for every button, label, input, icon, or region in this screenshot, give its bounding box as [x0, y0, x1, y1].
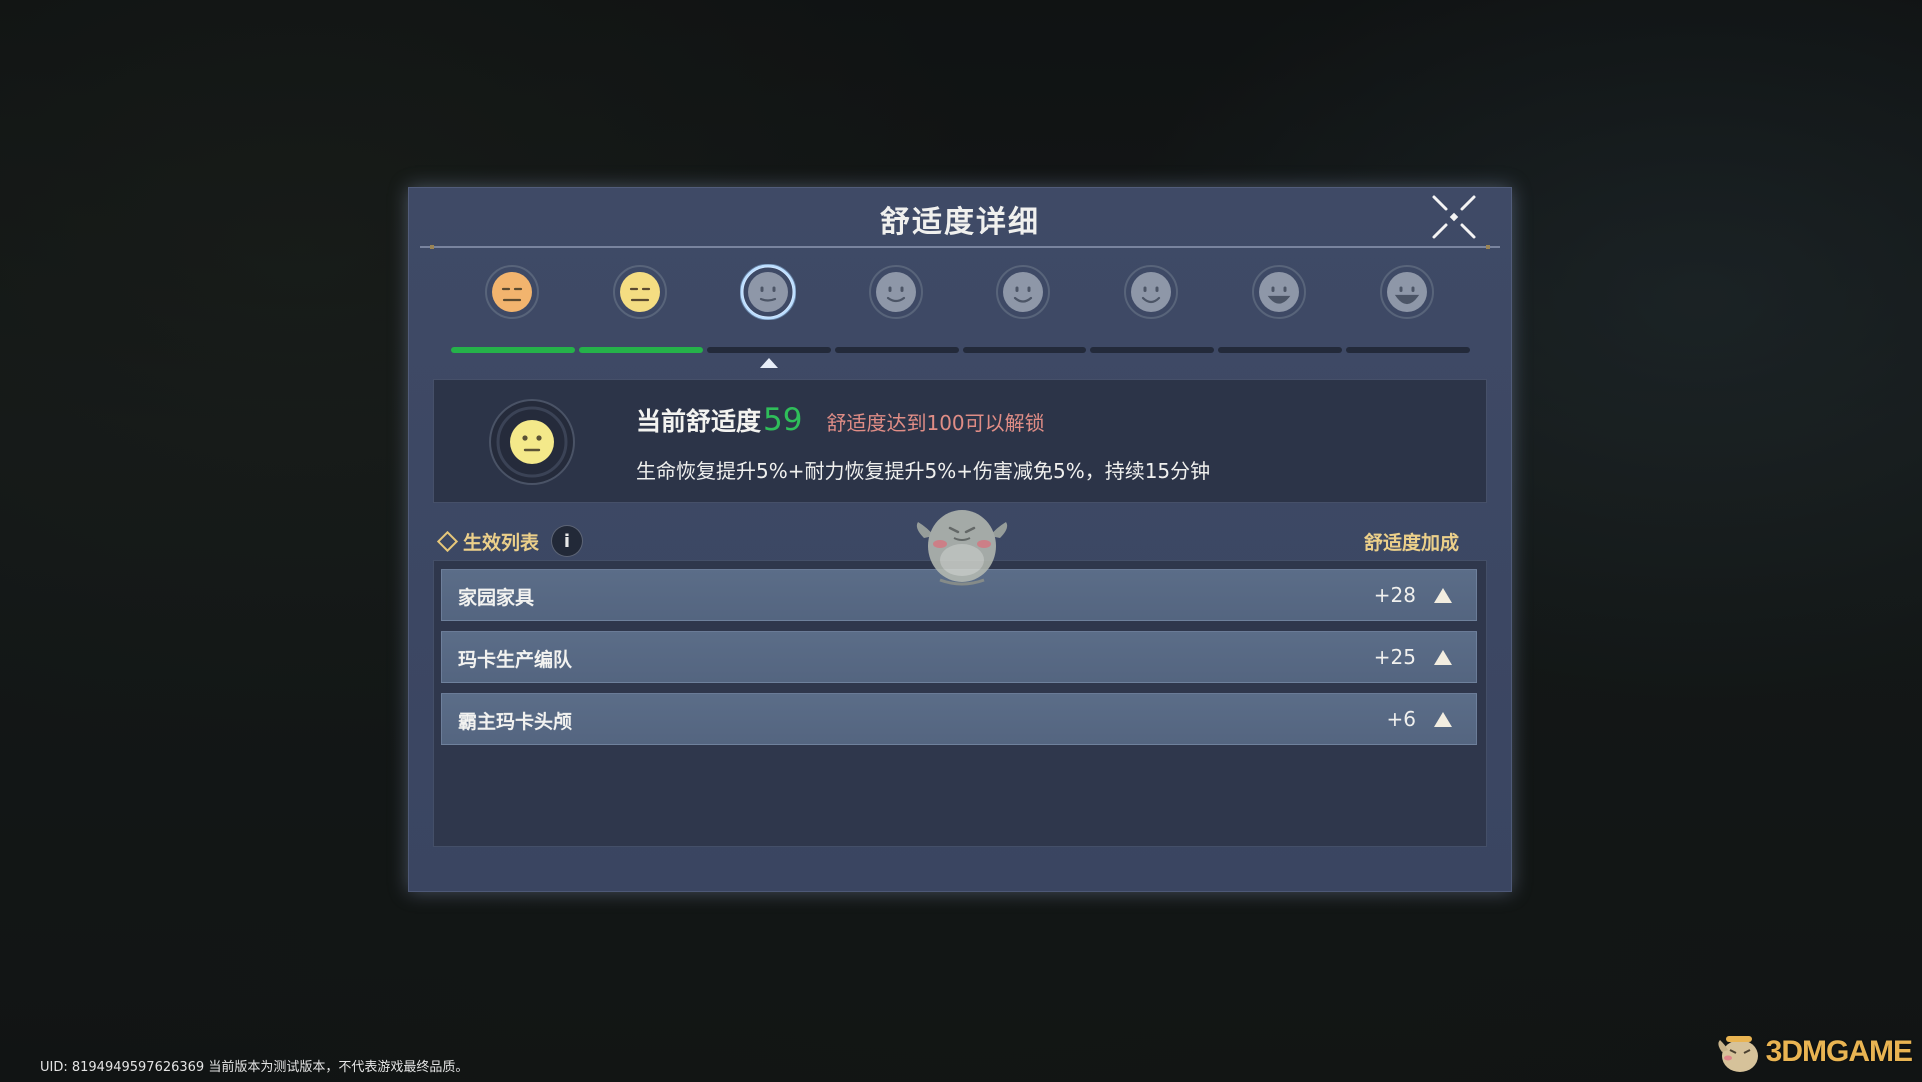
list-item-overlord-skull[interactable]: 霸主玛卡头颅 +6	[441, 693, 1477, 745]
title-divider	[420, 245, 1500, 249]
watermark-text: 3DMGAME	[1765, 1035, 1913, 1068]
active-bonus-list: 家园家具 +28 玛卡生产编队 +25 霸主玛卡头颅 +6	[433, 560, 1487, 847]
progress-segment	[706, 347, 831, 353]
face-level-1-icon[interactable]	[484, 264, 540, 320]
progress-segment	[834, 347, 959, 353]
current-face-icon	[488, 398, 576, 490]
current-comfort-value: 59	[763, 402, 803, 438]
info-icon[interactable]: i	[551, 525, 584, 557]
comfort-effect-text: 生命恢复提升5%+耐力恢复提升5%+伤害减免5%，持续15分钟	[636, 459, 1211, 483]
row-label: 玛卡生产编队	[458, 649, 573, 671]
face-level-3-icon[interactable]	[739, 264, 796, 320]
mascot-watermark-icon	[910, 498, 1014, 590]
up-arrow-icon	[1434, 588, 1452, 603]
progress-segment	[1346, 347, 1470, 353]
current-level-marker-icon	[759, 358, 778, 368]
row-value: +6	[1386, 707, 1416, 731]
progress-segment	[451, 347, 575, 353]
face-level-4-icon[interactable]	[868, 264, 924, 320]
face-level-5-icon[interactable]	[995, 264, 1051, 320]
up-arrow-icon	[1434, 650, 1452, 665]
comfort-level-faces	[448, 264, 1472, 324]
progress-segment	[1090, 347, 1215, 353]
face-level-6-icon[interactable]	[1123, 264, 1179, 320]
row-value: +28	[1373, 583, 1416, 607]
face-level-8-icon[interactable]	[1379, 264, 1435, 320]
progress-segment	[962, 347, 1087, 353]
face-level-2-icon[interactable]	[612, 264, 668, 320]
progress-segment	[1218, 347, 1343, 353]
unlock-requirement: 舒适度达到100可以解锁	[826, 411, 1045, 435]
face-level-7-icon[interactable]	[1251, 264, 1307, 320]
dialog-title: 舒适度详细	[880, 205, 1040, 240]
close-icon[interactable]	[1430, 193, 1478, 241]
up-arrow-icon	[1434, 712, 1452, 727]
bonus-column-header: 舒适度加成	[1363, 532, 1459, 554]
row-value: +25	[1373, 645, 1416, 669]
progress-segment	[578, 347, 703, 353]
list-item-production-team[interactable]: 玛卡生产编队 +25	[441, 631, 1477, 683]
comfort-progress-bar	[449, 347, 1472, 353]
active-list-title: 生效列表	[463, 531, 540, 554]
current-comfort-label: 当前舒适度	[636, 407, 762, 436]
diamond-icon	[436, 530, 459, 552]
row-label: 霸主玛卡头颅	[458, 711, 573, 733]
row-label: 家园家具	[458, 587, 535, 609]
site-watermark: 3DMGAME	[1714, 1030, 1913, 1074]
current-comfort-box: 当前舒适度 59 舒适度达到100可以解锁 生命恢复提升5%+耐力恢复提升5%+…	[433, 379, 1487, 503]
uid-footer-text: UID: 8194949597626369 当前版本为测试版本，不代表游戏最终品…	[40, 1060, 469, 1075]
watermark-mascot-icon	[1718, 1036, 1758, 1072]
